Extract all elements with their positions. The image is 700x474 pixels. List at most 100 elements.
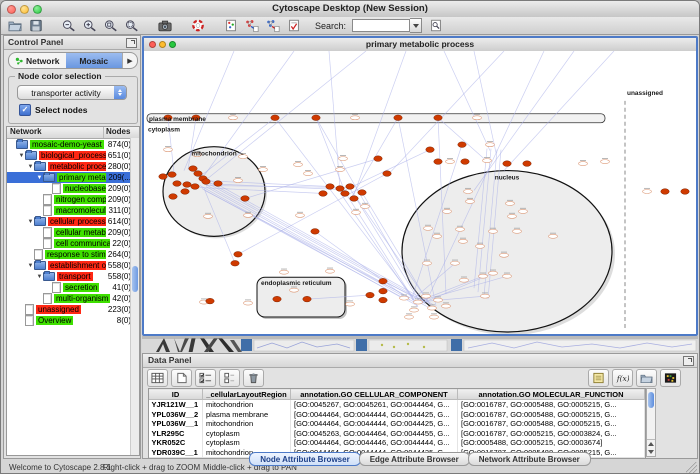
zoom-selected-icon[interactable] xyxy=(103,19,118,33)
network-node-selected[interactable] xyxy=(168,172,176,178)
network-node-unselected[interactable] xyxy=(428,306,437,310)
table-column-header[interactable]: annotation.GO MOLECULAR_FUNCTION xyxy=(458,389,645,400)
attribute-matrix-icon[interactable] xyxy=(660,369,681,387)
network-edge[interactable] xyxy=(474,51,496,153)
table-cell[interactable]: [GO:0005488, GO:0005215, GO:0003674] xyxy=(458,438,645,448)
annotation-icon[interactable] xyxy=(286,19,301,33)
network-node-unselected[interactable] xyxy=(483,159,492,163)
network-node-selected[interactable] xyxy=(379,278,387,284)
network-node-unselected[interactable] xyxy=(460,278,469,282)
zoom-out-icon[interactable] xyxy=(61,19,76,33)
node-color-dropdown[interactable]: transporter activity xyxy=(17,85,127,100)
network-node-selected[interactable] xyxy=(503,161,511,167)
network-node-unselected[interactable] xyxy=(204,214,213,218)
network-node-unselected[interactable] xyxy=(422,294,431,298)
network-node-unselected[interactable] xyxy=(352,210,361,214)
network-node-selected[interactable] xyxy=(374,156,382,162)
network-node-unselected[interactable] xyxy=(489,229,498,233)
tree-header-network[interactable]: Network xyxy=(7,127,104,138)
table-column-header[interactable]: ID xyxy=(149,389,203,400)
tab-node-attribute-browser[interactable]: Node Attribute Browser xyxy=(249,452,361,466)
new-attribute-icon[interactable] xyxy=(171,369,192,387)
network-node-selected[interactable] xyxy=(458,142,466,148)
table-cell[interactable]: [GO:0016787, GO:0005488, GO:0005215, G..… xyxy=(458,410,645,420)
network-node-unselected[interactable] xyxy=(500,253,509,257)
network-node-selected[interactable] xyxy=(191,184,199,190)
tab-network-attribute-browser[interactable]: Network Attribute Browser xyxy=(468,452,591,466)
table-column-header[interactable]: _cellularLayoutRegion xyxy=(203,389,291,400)
tab-network[interactable]: Network xyxy=(9,53,66,68)
network-node-selected[interactable] xyxy=(341,191,349,197)
network-node-unselected[interactable] xyxy=(351,116,360,120)
zoom-fit-icon[interactable] xyxy=(124,19,139,33)
network-node-unselected[interactable] xyxy=(579,162,588,166)
table-cell[interactable]: [GO:0045263, GO:0044464, GO:0044455, G..… xyxy=(291,429,458,439)
network-node-selected[interactable] xyxy=(214,181,222,187)
network-edge[interactable] xyxy=(438,118,484,159)
table-cell[interactable]: cytoplasm xyxy=(203,438,291,448)
network-node-selected[interactable] xyxy=(159,174,167,180)
network-node-unselected[interactable] xyxy=(513,229,522,233)
network-node-unselected[interactable] xyxy=(164,148,173,152)
tree-expand-icon[interactable]: ▼ xyxy=(18,153,25,159)
network-node-unselected[interactable] xyxy=(481,294,490,298)
network-node-unselected[interactable] xyxy=(601,160,610,164)
network-node-selected[interactable] xyxy=(206,298,214,304)
network-edge[interactable] xyxy=(344,150,430,191)
network-node-selected[interactable] xyxy=(358,190,366,196)
network-node-unselected[interactable] xyxy=(414,300,423,304)
select-nodes-checkbox[interactable]: ✓ xyxy=(19,104,31,116)
table-cell[interactable]: YPL036W__2 xyxy=(149,410,203,420)
table-cell[interactable]: [GO:0044464, GO:0044444, GO:0044425, G..… xyxy=(291,410,458,420)
scroll-up-icon[interactable] xyxy=(648,442,654,446)
network-node-unselected[interactable] xyxy=(451,261,460,265)
network-node-unselected[interactable] xyxy=(643,190,652,194)
network-node-unselected[interactable] xyxy=(346,302,355,306)
network-node-selected[interactable] xyxy=(273,296,281,302)
network-node-selected[interactable] xyxy=(173,181,181,187)
table-cell[interactable]: mitochondrion xyxy=(203,419,291,429)
tree-row-9[interactable]: cell communication22(0) xyxy=(7,238,139,249)
network-node-unselected[interactable] xyxy=(239,155,248,159)
network-view-titlebar[interactable]: primary metabolic process xyxy=(144,38,696,52)
attribute-grid-icon[interactable] xyxy=(147,369,168,387)
notepad-icon[interactable] xyxy=(588,369,609,387)
tree-row-14[interactable]: multi-organism proc42(0) xyxy=(7,293,139,304)
tree-row-5[interactable]: nitrogen compound209(0) xyxy=(7,194,139,205)
network-node-selected[interactable] xyxy=(202,179,210,185)
network-node-selected[interactable] xyxy=(461,159,469,165)
table-cell[interactable]: YJR121W__1 xyxy=(149,400,203,410)
network-node-unselected[interactable] xyxy=(410,308,419,312)
new-network-from-selection-icon[interactable] xyxy=(244,19,259,33)
network-node-unselected[interactable] xyxy=(434,298,443,302)
network-node-unselected[interactable] xyxy=(456,227,465,231)
network-edge[interactable] xyxy=(316,118,344,190)
import-attributes-icon[interactable] xyxy=(636,369,657,387)
search-dropdown-icon[interactable] xyxy=(410,18,422,33)
network-edge[interactable] xyxy=(504,51,614,171)
function-builder-icon[interactable]: f(x) xyxy=(612,369,633,387)
network-node-selected[interactable] xyxy=(394,115,402,121)
tree-expand-icon[interactable]: ▼ xyxy=(27,219,34,225)
table-cell[interactable]: YKR052C xyxy=(149,438,203,448)
tree-row-4[interactable]: nucleobase-contain209(0) xyxy=(7,183,139,194)
table-vertical-scrollbar[interactable] xyxy=(646,388,656,457)
network-node-selected[interactable] xyxy=(311,229,319,235)
network-node-selected[interactable] xyxy=(194,171,202,177)
network-node-unselected[interactable] xyxy=(459,239,468,243)
tree-row-2[interactable]: ▼metabolic process280(0) xyxy=(7,161,139,172)
network-node-unselected[interactable] xyxy=(446,160,455,164)
zoom-in-icon[interactable] xyxy=(82,19,97,33)
tree-row-3[interactable]: ▼primary metabolic pr209(... xyxy=(7,172,139,183)
network-node-unselected[interactable] xyxy=(519,209,528,213)
network-node-unselected[interactable] xyxy=(290,288,299,292)
network-node-selected[interactable] xyxy=(181,189,189,195)
network-node-unselected[interactable] xyxy=(229,116,238,120)
new-network-icon[interactable] xyxy=(265,19,280,33)
network-node-unselected[interactable] xyxy=(486,143,495,147)
network-node-selected[interactable] xyxy=(312,115,320,121)
network-node-unselected[interactable] xyxy=(549,234,558,238)
network-node-unselected[interactable] xyxy=(503,274,512,278)
tree-expand-icon[interactable]: ▼ xyxy=(27,164,34,170)
network-node-selected[interactable] xyxy=(681,189,689,195)
